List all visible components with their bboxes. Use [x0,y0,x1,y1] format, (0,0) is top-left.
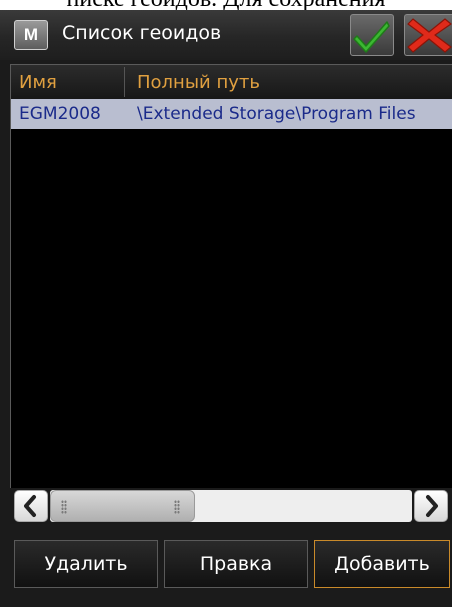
table-row[interactable]: EGM2008 \Extended Storage\Program Files [11,99,452,129]
column-header-path[interactable]: Полный путь [137,72,260,93]
action-button-bar: Удалить Правка Добавить [0,528,452,607]
list-header: Имя Полный путь [11,65,452,99]
column-header-name[interactable]: Имя [19,72,57,93]
horizontal-scrollbar[interactable] [10,488,452,524]
window-title: Список геоидов [62,22,222,44]
scrollbar-thumb[interactable] [50,490,195,522]
cancel-button[interactable] [404,14,452,56]
row-cell-name: EGM2008 [19,104,101,124]
delete-button[interactable]: Удалить [14,540,158,588]
edit-button[interactable]: Правка [164,540,308,588]
grip-left-icon [61,500,67,514]
app-menu-icon-label: M [23,25,39,44]
app-menu-icon[interactable]: M [14,20,48,50]
scroll-left-button[interactable] [14,490,48,522]
scroll-right-button[interactable] [414,490,448,522]
ok-button[interactable] [350,14,394,56]
geoid-list[interactable]: Имя Полный путь EGM2008 \Extended Storag… [10,64,452,494]
column-separator [124,67,125,97]
title-bar: M Список геоидов [0,10,452,60]
chevron-left-icon [24,495,36,517]
add-button[interactable]: Добавить [314,540,450,588]
green-checkmark-icon [353,21,390,53]
row-cell-path: \Extended Storage\Program Files [137,104,416,124]
chevron-right-icon [426,495,438,517]
scrollbar-track[interactable] [50,490,412,522]
red-x-icon [407,18,452,53]
device-screen: M Список геоидов Имя Полный путь EGM2008… [0,10,452,607]
grip-right-icon [174,500,180,514]
